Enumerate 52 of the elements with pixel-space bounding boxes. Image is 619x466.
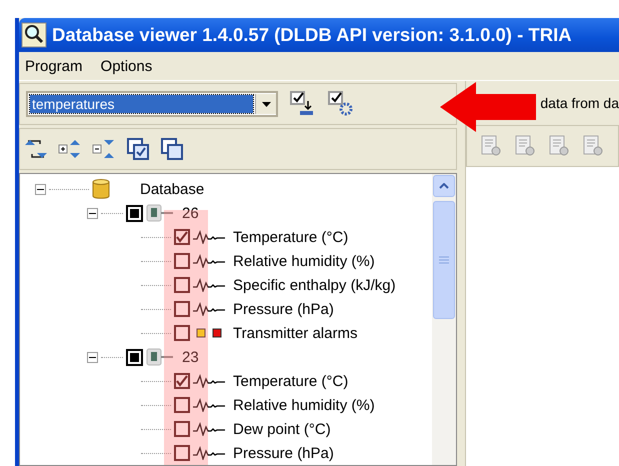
device-checkbox[interactable] xyxy=(126,348,143,366)
waveform-icon xyxy=(193,254,225,268)
channel-label[interactable]: Dew point (°C) xyxy=(233,420,331,438)
check-download-icon[interactable] xyxy=(290,91,316,117)
checkbox[interactable] xyxy=(174,277,190,293)
waveform-icon xyxy=(193,302,225,316)
scrollbar-thumb[interactable] xyxy=(433,201,456,319)
device-label[interactable]: 23 xyxy=(182,348,199,366)
menu-item[interactable]: Program xyxy=(25,58,83,74)
expand-all-icon[interactable] xyxy=(58,137,82,161)
channel-label[interactable]: Pressure (hPa) xyxy=(233,300,334,318)
scroll-up-button[interactable] xyxy=(433,175,456,197)
window-title: Database viewer 1.4.0.57 (DLDB API version: 3.1.0.0) - TRIA xyxy=(52,24,572,46)
check-gear-icon[interactable] xyxy=(328,91,354,117)
checkbox[interactable] xyxy=(174,397,190,413)
checkbox[interactable] xyxy=(174,253,190,269)
channel-label[interactable]: Pressure (hPa) xyxy=(233,444,334,462)
caret-icon[interactable] xyxy=(262,102,270,106)
channel-label[interactable]: Transmitter alarms xyxy=(233,324,358,342)
database-icon xyxy=(92,179,110,199)
waveform-icon xyxy=(193,374,225,388)
channel-label[interactable]: Relative humidity (%) xyxy=(233,396,375,414)
waveform-icon xyxy=(193,422,225,436)
caret-icon xyxy=(439,183,450,189)
checkbox[interactable] xyxy=(174,325,190,341)
channel-label[interactable]: Specific enthalpy (kJ/kg) xyxy=(233,276,396,294)
collapse-all-icon[interactable] xyxy=(92,137,116,161)
waveform-icon xyxy=(193,398,225,412)
check-all-icon[interactable] xyxy=(126,137,150,161)
expander-icon[interactable] xyxy=(87,352,98,362)
menu-item[interactable]: Options xyxy=(100,58,152,74)
checkbox[interactable] xyxy=(174,445,190,461)
device-checkbox[interactable] xyxy=(126,204,143,222)
checkbox[interactable] xyxy=(174,421,190,437)
expander-icon[interactable] xyxy=(35,184,46,194)
channel-label[interactable]: Relative humidity (%) xyxy=(233,252,375,270)
expander-icon[interactable] xyxy=(87,208,98,218)
checkbox[interactable] xyxy=(174,301,190,317)
channel-label[interactable]: Temperature (°C) xyxy=(233,372,348,390)
uncheck-all-icon[interactable] xyxy=(160,137,184,161)
refresh-icon[interactable] xyxy=(24,137,48,161)
waveform-icon xyxy=(193,446,225,460)
device-label[interactable]: 26 xyxy=(182,204,199,222)
channel-label[interactable]: Temperature (°C) xyxy=(233,228,348,246)
tree-node-label[interactable]: Database xyxy=(140,180,204,198)
checkbox[interactable] xyxy=(174,373,190,389)
waveform-icon xyxy=(193,230,225,244)
panel-caption: data from da xyxy=(540,95,619,111)
dataset-dropdown[interactable]: temperatures xyxy=(26,91,278,117)
waveform-icon xyxy=(193,278,225,292)
checkbox[interactable] xyxy=(174,229,190,245)
app-icon xyxy=(21,22,47,48)
